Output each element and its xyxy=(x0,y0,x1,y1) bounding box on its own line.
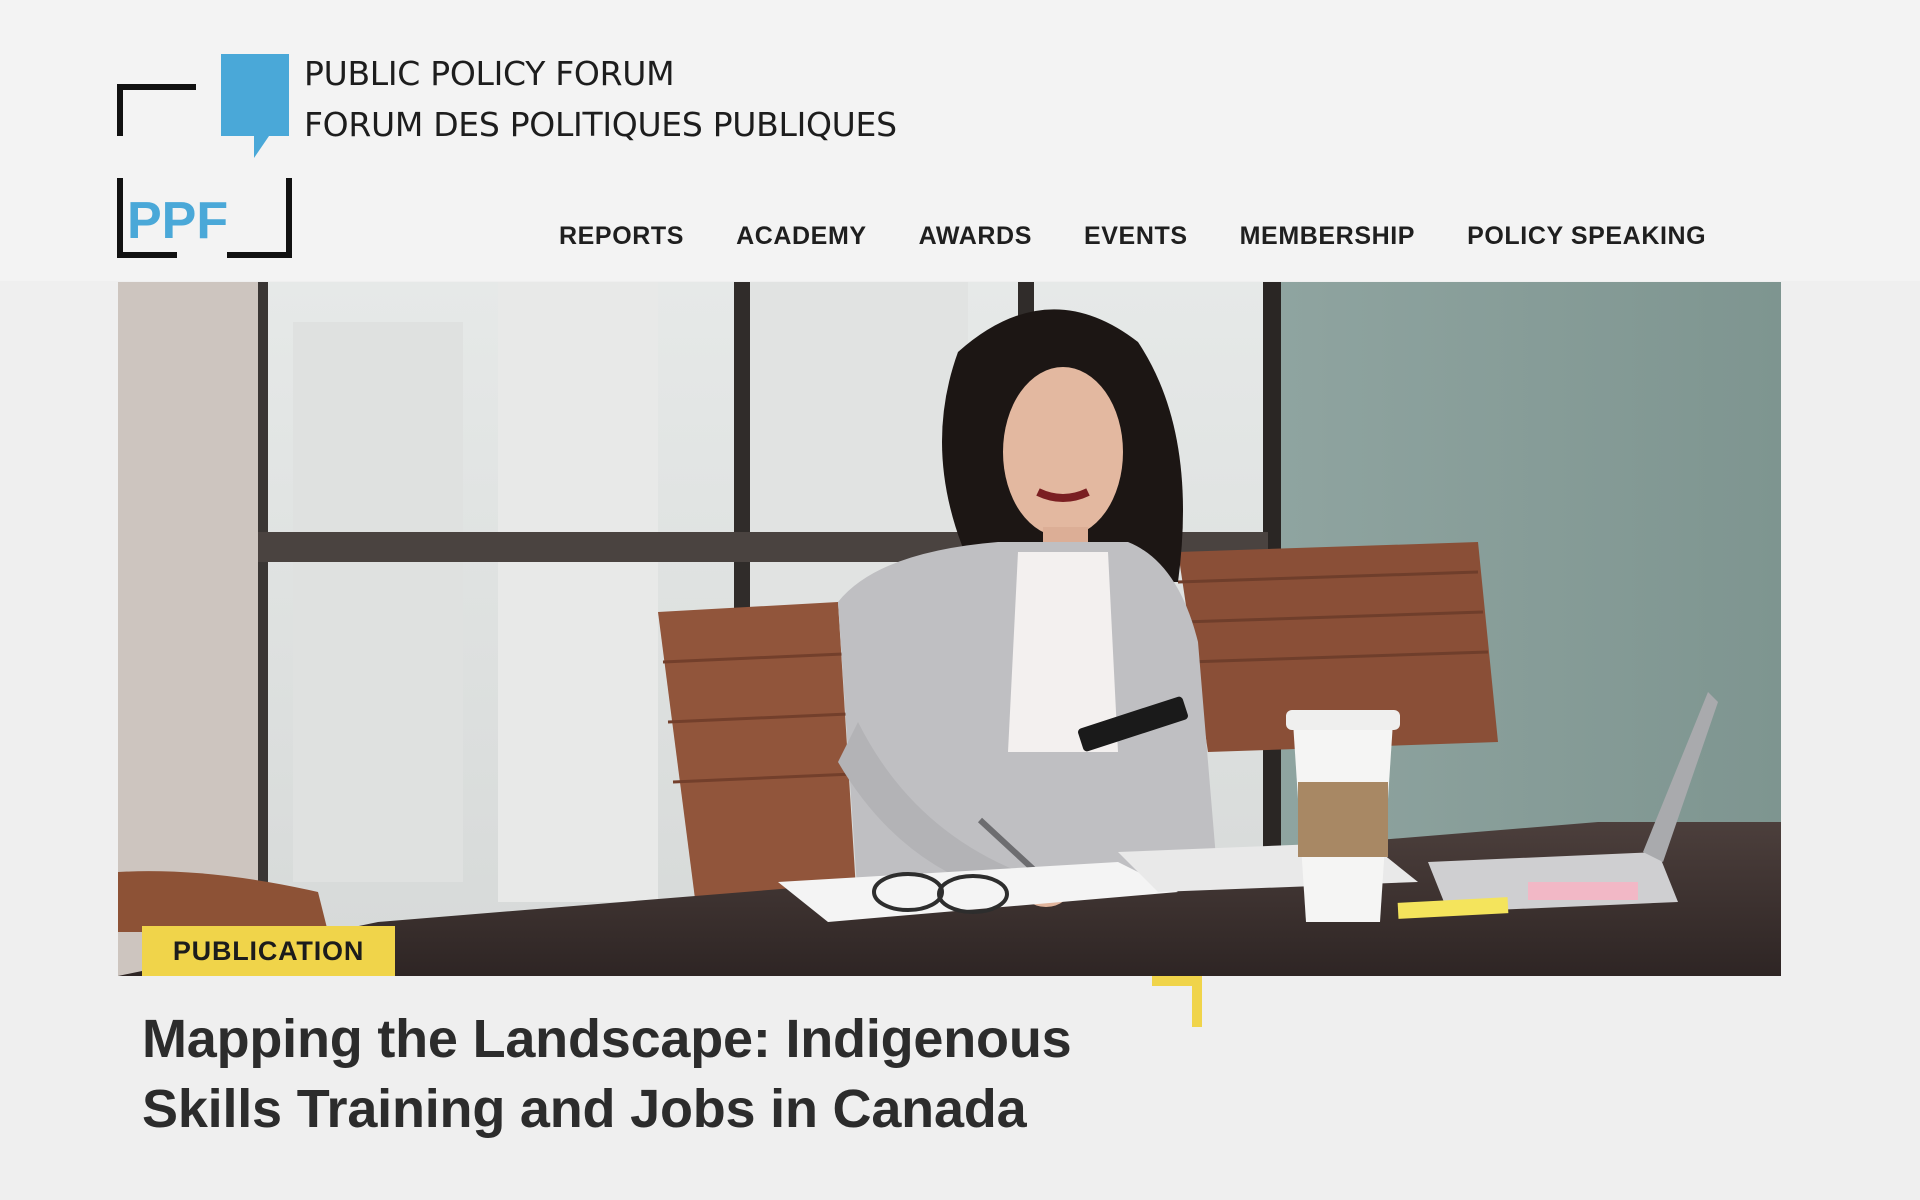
organization-name-en: PUBLIC POLICY FORUM xyxy=(304,54,675,93)
feature-title-line2: Skills Training and Jobs in Canada xyxy=(142,1079,1027,1139)
feature-title-line1: Mapping the Landscape: Indigenous xyxy=(142,1009,1072,1069)
feature-title[interactable]: Mapping the Landscape: Indigenous Skills… xyxy=(142,1004,1242,1144)
main-nav: REPORTS ACADEMY AWARDS EVENTS MEMBERSHIP… xyxy=(559,222,1706,251)
organization-name[interactable]: PUBLIC POLICY FORUM FORUM DES POLITIQUES… xyxy=(304,48,897,150)
nav-membership[interactable]: MEMBERSHIP xyxy=(1240,222,1415,251)
logo-text: PPF xyxy=(127,192,228,250)
nav-reports[interactable]: REPORTS xyxy=(559,222,684,251)
site-header: PPF PUBLIC POLICY FORUM FORUM DES POLITI… xyxy=(0,0,1920,281)
office-photo-illustration xyxy=(118,282,1781,976)
nav-academy[interactable]: ACADEMY xyxy=(736,222,867,251)
organization-name-fr: FORUM DES POLITIQUES PUBLIQUES xyxy=(304,105,897,144)
nav-policy-speaking[interactable]: POLICY SPEAKING xyxy=(1467,222,1706,251)
hero-image[interactable] xyxy=(118,282,1781,976)
nav-awards[interactable]: AWARDS xyxy=(919,222,1032,251)
nav-events[interactable]: EVENTS xyxy=(1084,222,1188,251)
publication-badge: PUBLICATION xyxy=(142,926,395,976)
ppf-logo[interactable]: PPF xyxy=(117,54,292,259)
